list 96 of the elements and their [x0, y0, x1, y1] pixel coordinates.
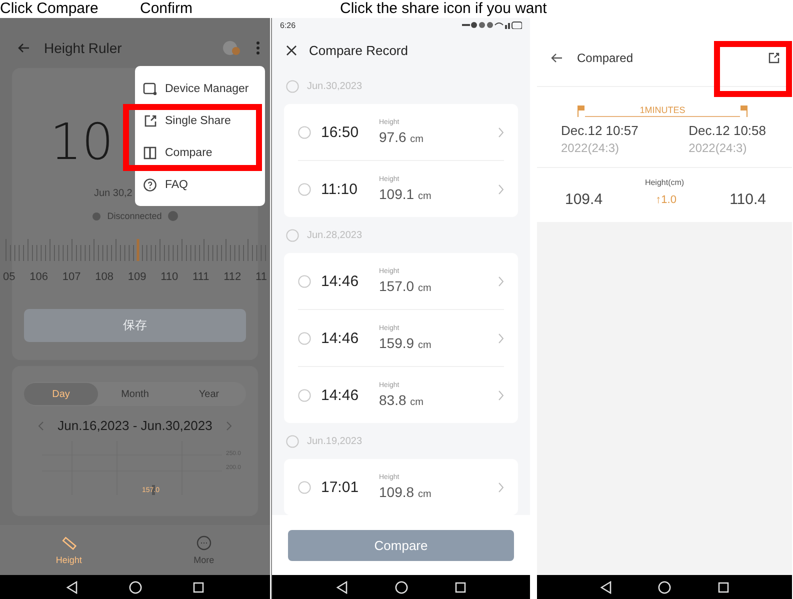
back-icon[interactable] [66, 580, 78, 594]
back-arrow-icon[interactable] [18, 43, 30, 53]
record-year: 2022(24:3) [688, 141, 748, 155]
record-value: 97.6 cm [379, 129, 424, 145]
radio-button[interactable] [286, 434, 299, 448]
home-icon[interactable] [394, 580, 408, 594]
radio-button[interactable] [298, 480, 311, 494]
chevron-right-icon[interactable] [498, 390, 504, 400]
radio-button[interactable] [298, 332, 311, 344]
date-group-label: Jun.19,2023 [307, 436, 362, 446]
ruler-label: 111 [192, 271, 210, 283]
radio-button[interactable] [286, 80, 299, 92]
height-reading: 10 [50, 114, 114, 170]
bottom-tab[interactable]: Height [50, 534, 88, 566]
screen-title: Height Ruler [44, 40, 123, 56]
back-icon[interactable] [600, 580, 612, 594]
menu-item[interactable]: FAQ [143, 174, 253, 196]
start-flag-icon [577, 105, 585, 117]
ruler-label: 107 [62, 271, 81, 283]
record-year: 2022(24:3) [561, 141, 620, 155]
record-time: 16:50 [321, 124, 360, 140]
radio-button[interactable] [298, 388, 311, 402]
recents-icon[interactable] [193, 582, 204, 592]
share-icon [143, 114, 157, 128]
instruction-caption: Confirm [140, 0, 193, 18]
device-icon [143, 82, 157, 96]
avatar-icon[interactable] [222, 40, 242, 56]
chevron-right-icon[interactable] [226, 420, 232, 430]
period-tab[interactable]: Day [24, 383, 98, 405]
second-value: 110.4 [730, 191, 766, 208]
date-group-label: Jun.28,2023 [307, 230, 362, 240]
back-arrow-icon[interactable] [551, 53, 563, 63]
first-value: 109.4 [565, 191, 603, 208]
record-datetime: Dec.12 10:58 [688, 123, 766, 138]
end-flag-icon [740, 105, 748, 117]
ruler-label: 106 [30, 271, 48, 283]
more-options-icon[interactable] [256, 41, 260, 55]
record-value: 109.1 cm [379, 186, 432, 202]
record-time: 17:01 [321, 478, 360, 496]
chevron-right-icon[interactable] [498, 482, 504, 492]
split-panel-icon [143, 146, 157, 160]
metric-label: Height(cm) [644, 178, 686, 187]
record-value: 83.8 cm [379, 392, 424, 408]
connection-status: Disconnected [107, 211, 162, 221]
ruler-label: 109 [128, 271, 146, 283]
record-time: 11:10 [321, 180, 358, 198]
chevron-right-icon[interactable] [498, 126, 504, 138]
radio-button[interactable] [298, 182, 311, 196]
home-icon[interactable] [128, 580, 142, 594]
ruler-label: 05 [3, 271, 16, 283]
instruction-caption: Click Compare [0, 0, 98, 18]
measurement-date: Jun 30,2 [94, 188, 132, 199]
back-icon[interactable] [336, 580, 348, 594]
recents-icon[interactable] [455, 582, 466, 592]
record-value: 109.8 cm [379, 484, 432, 500]
chevron-right-icon[interactable] [498, 184, 504, 194]
date-group-label: Jun.30,2023 [307, 80, 362, 92]
date-range: Jun.16,2023 - Jun.30,2023 [58, 418, 212, 433]
ruler-label: 108 [95, 271, 114, 283]
status-icons [462, 21, 522, 29]
record-value: 157.0 cm [379, 278, 432, 294]
radio-button[interactable] [298, 274, 311, 288]
record-datetime: Dec.12 10:57 [561, 123, 638, 138]
status-time: 6:26 [280, 20, 296, 30]
screen-title: Compare Record [309, 42, 408, 58]
screen-title: Compared [577, 51, 634, 65]
radio-button[interactable] [286, 228, 299, 242]
record-time: 14:46 [321, 386, 360, 404]
record-value: 159.9 cm [379, 335, 432, 351]
close-icon[interactable] [286, 44, 297, 56]
ruler-label: 11 [256, 271, 267, 283]
menu-item[interactable]: Device Manager [143, 78, 253, 100]
record-time: 14:46 [321, 272, 360, 290]
menu-item[interactable]: Single Share [143, 110, 253, 132]
recents-icon[interactable] [718, 582, 729, 592]
share-icon[interactable] [768, 52, 780, 64]
ruler-icon [60, 535, 77, 551]
period-tab[interactable]: Month [98, 383, 172, 405]
home-icon[interactable] [658, 580, 672, 594]
ruler-label: 112 [224, 271, 242, 283]
more-circle-icon [196, 535, 212, 551]
chevron-right-icon[interactable] [498, 332, 504, 344]
status-dot-icon [92, 212, 102, 220]
period-tab[interactable]: Year [172, 383, 246, 405]
bottom-tab[interactable]: More [188, 534, 220, 566]
radio-button[interactable] [298, 126, 311, 138]
instruction-caption: Click the share icon if you want [340, 0, 547, 18]
interval-label: 1MINUTES [585, 105, 740, 117]
help-icon [143, 178, 157, 192]
ruler-label: 110 [160, 271, 178, 283]
chevron-right-icon[interactable] [498, 276, 504, 286]
save-button[interactable]: 保存 [24, 309, 246, 342]
record-time: 14:46 [321, 330, 360, 346]
chevron-left-icon[interactable] [38, 420, 44, 430]
menu-item[interactable]: Compare [143, 142, 253, 164]
difference-value: ↑1.0 [656, 194, 676, 206]
